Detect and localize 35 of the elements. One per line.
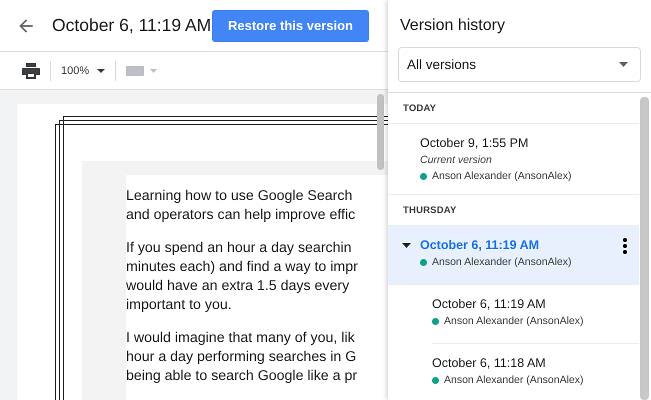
zoom-dropdown[interactable]: 100%	[61, 64, 106, 76]
version-title: October 6, 11:19 AM	[52, 15, 212, 36]
text-line: and operators can help improve effic	[126, 206, 356, 225]
restore-button[interactable]: Restore this version	[212, 10, 369, 42]
version-item[interactable]: October 6, 11:18 AM Anson Alexander (AnsonAlex)	[432, 344, 639, 400]
text-line: hour a day performing searches in G	[126, 348, 356, 367]
author-name: Anson Alexander (AnsonAlex)	[432, 170, 572, 182]
author-name: Anson Alexander (AnsonAlex)	[444, 315, 584, 327]
text-line: important to you.	[126, 296, 232, 315]
group-label: TODAY	[388, 93, 639, 124]
caret-icon	[619, 62, 628, 67]
text-line: Learning how to use Google Search	[126, 187, 352, 206]
scrollbar[interactable]	[377, 94, 384, 170]
version-item[interactable]: October 6, 11:19 AM Anson Alexander (AnsonAlex)	[388, 226, 639, 285]
print-icon[interactable]	[22, 62, 40, 78]
text-line: minutes each) and find a way to impr	[126, 258, 358, 277]
scrollbar[interactable]	[640, 97, 649, 400]
version-time: October 6, 11:18 AM	[432, 356, 546, 370]
caret-icon	[97, 68, 106, 72]
author-name: Anson Alexander (AnsonAlex)	[444, 374, 584, 386]
version-item[interactable]: October 6, 11:19 AM Anson Alexander (AnsonAlex)	[432, 285, 639, 344]
collapse-icon[interactable]	[402, 243, 411, 248]
author-name: Anson Alexander (AnsonAlex)	[432, 256, 572, 268]
more-icon[interactable]	[623, 238, 627, 254]
version-time: October 6, 11:19 AM	[420, 238, 540, 252]
text-line: If you spend an hour a day searchin	[126, 239, 352, 258]
version-item[interactable]: October 9, 1:55 PM Current version Anson Alexander (AnsonAlex)	[388, 124, 639, 195]
version-note: Current version	[420, 154, 492, 166]
version-time: October 9, 1:55 PM	[420, 136, 528, 150]
text-line: being able to search Google like a pr	[126, 367, 358, 386]
text-line: would have an extra 1.5 days every	[126, 277, 350, 296]
panel-title: Version history	[399, 16, 506, 36]
version-time: October 6, 11:19 AM	[432, 297, 546, 311]
versions-dropdown[interactable]: All versions	[398, 47, 641, 82]
text-line: I would imagine that many of you, lik	[126, 329, 355, 348]
